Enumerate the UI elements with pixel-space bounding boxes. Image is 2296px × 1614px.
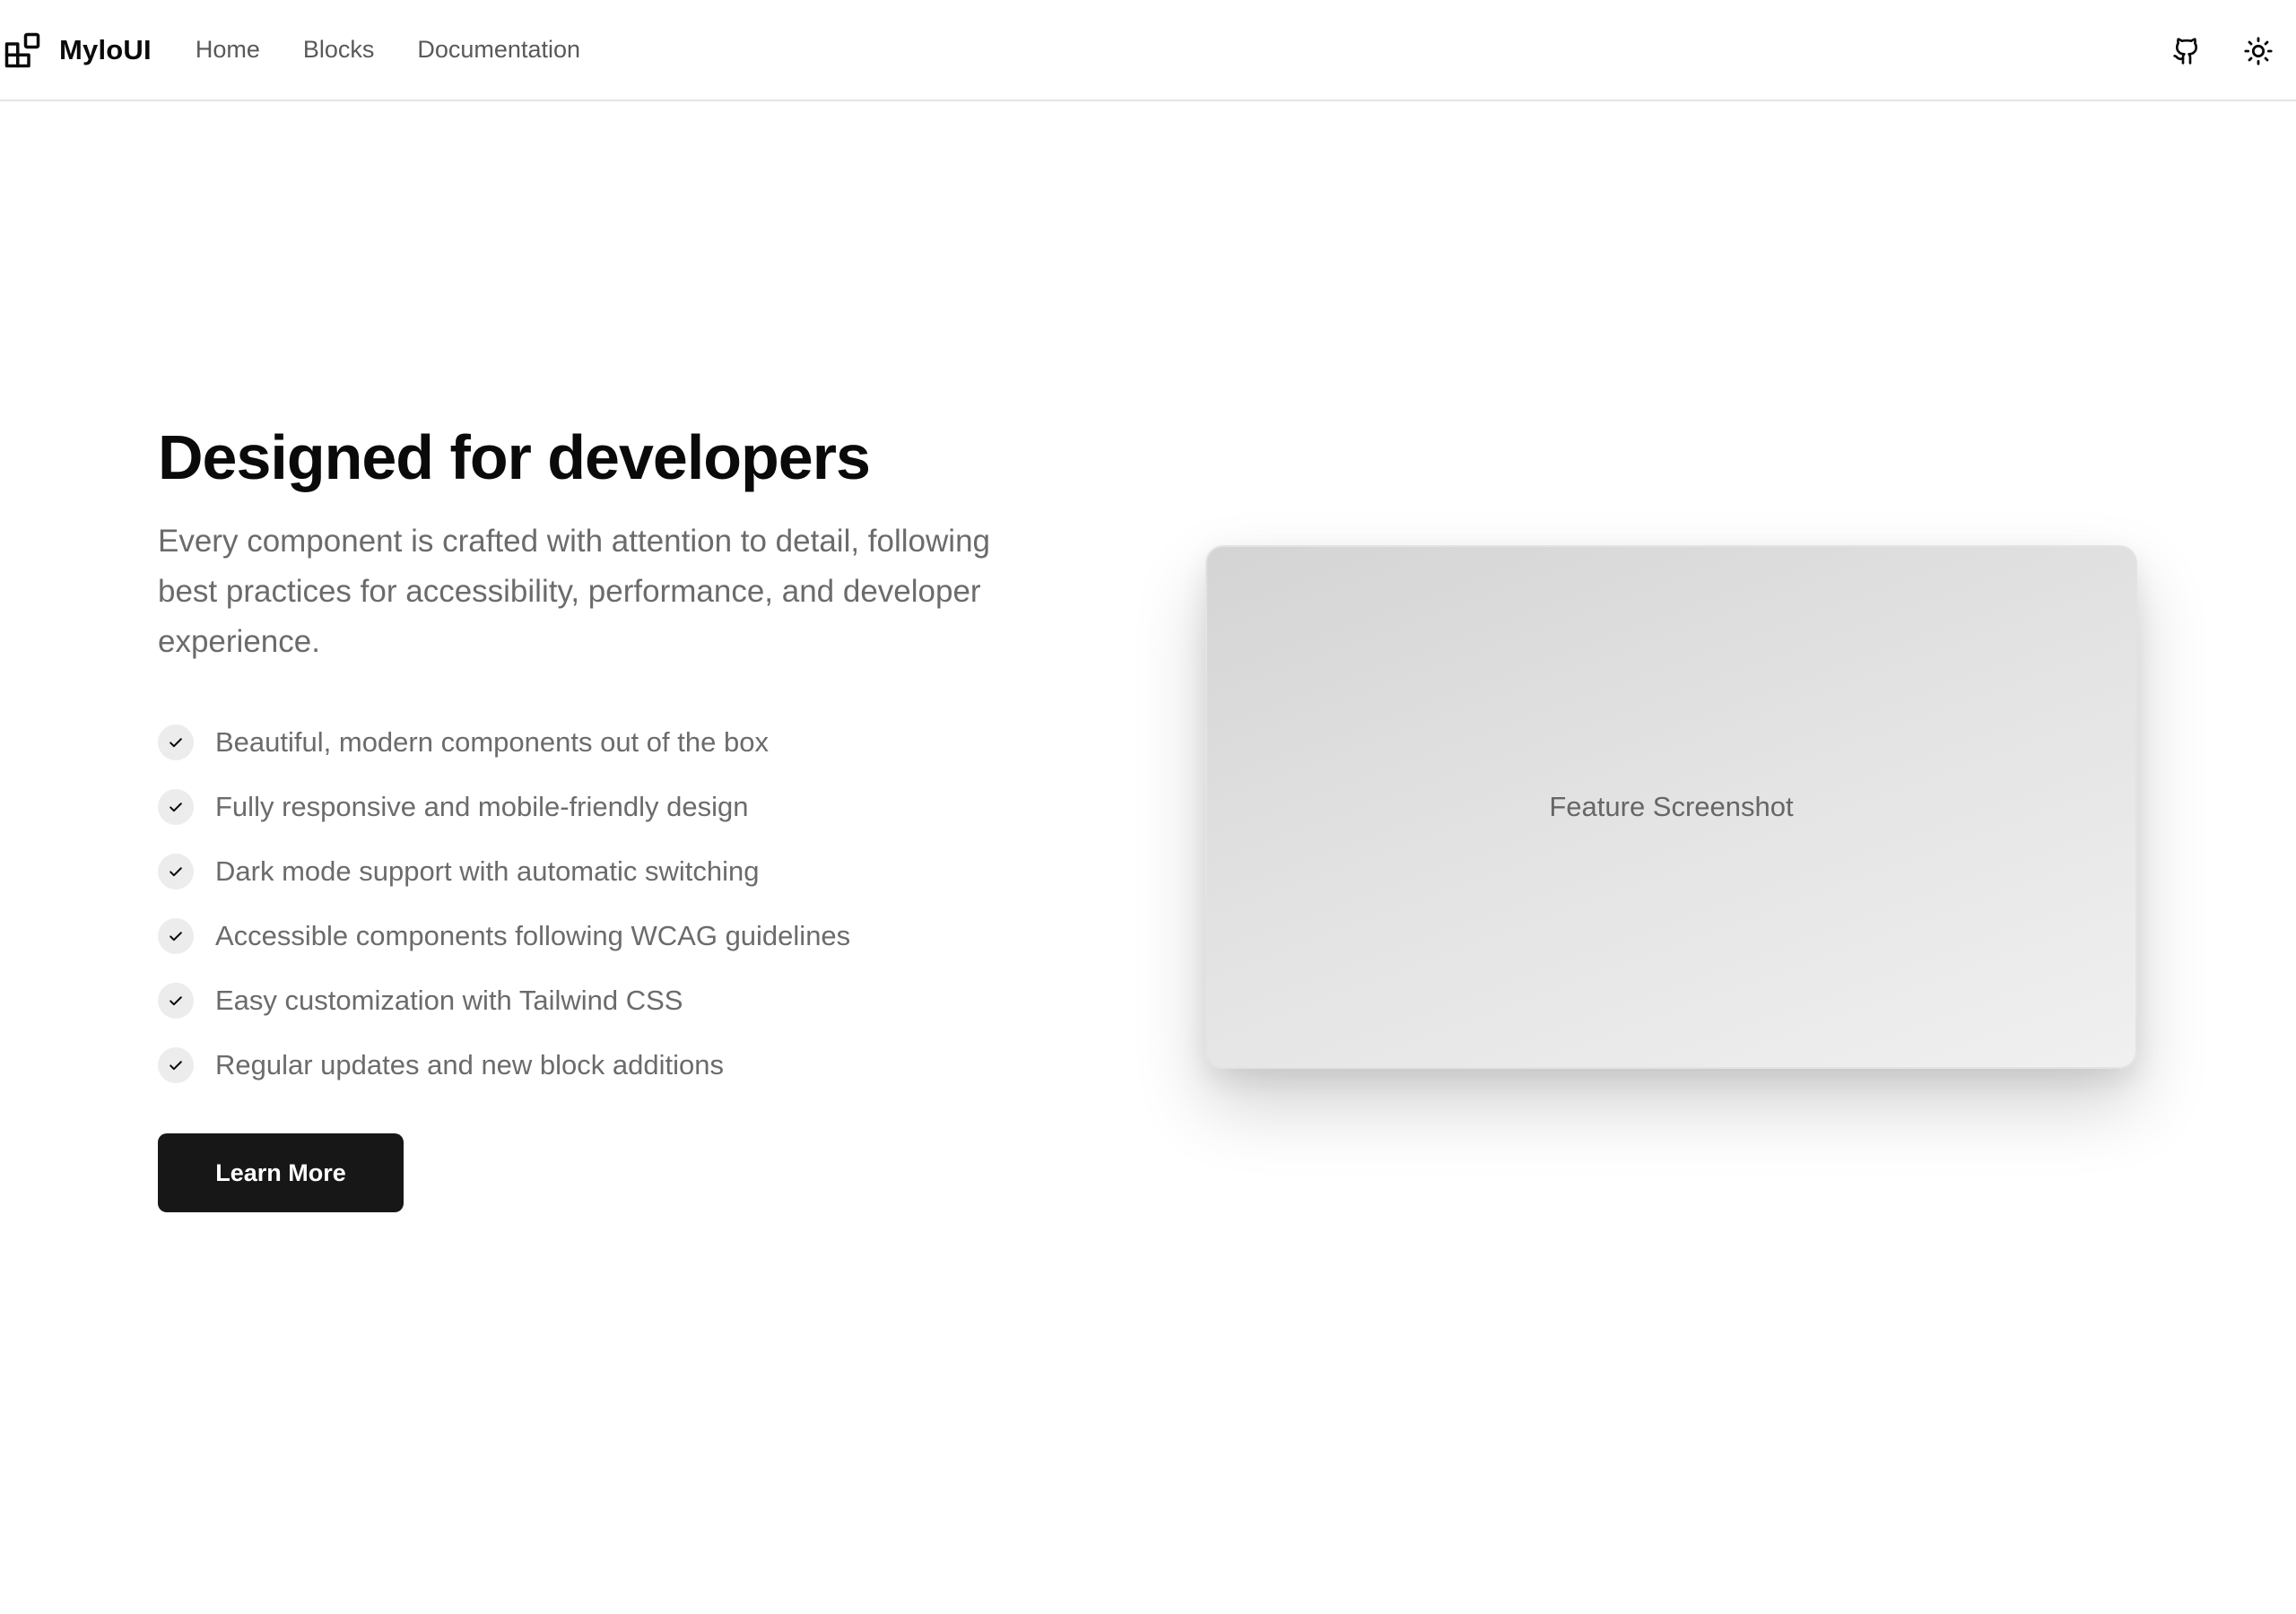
- check-icon: [158, 1047, 194, 1083]
- nav-link-blocks[interactable]: Blocks: [303, 36, 375, 64]
- check-icon: [158, 725, 194, 760]
- feature-item-text: Regular updates and new block additions: [215, 1049, 724, 1080]
- brand-link[interactable]: MyloUI: [4, 0, 152, 100]
- check-icon: [158, 983, 194, 1019]
- feature-item-text: Dark mode support with automatic switchi…: [215, 855, 760, 887]
- feature-list-item: Regular updates and new block additions: [158, 1033, 1109, 1098]
- nav-link-home[interactable]: Home: [196, 36, 260, 64]
- check-icon: [158, 918, 194, 954]
- header-actions: [2161, 0, 2296, 101]
- github-icon: [2172, 37, 2201, 65]
- feature-item-text: Beautiful, modern components out of the …: [215, 726, 769, 758]
- feature-list-item: Dark mode support with automatic switchi…: [158, 839, 1109, 904]
- brand-name: MyloUI: [59, 33, 152, 65]
- feature-screenshot-placeholder: Feature Screenshot: [1205, 545, 2137, 1069]
- feature-description: Every component is crafted with attentio…: [158, 524, 990, 659]
- feature-list-item: Easy customization with Tailwind CSS: [158, 968, 1109, 1033]
- main-nav: Home Blocks Documentation: [196, 36, 623, 64]
- github-button[interactable]: [2161, 26, 2212, 76]
- nav-link-documentation[interactable]: Documentation: [417, 36, 580, 64]
- theme-toggle-button[interactable]: [2233, 26, 2283, 76]
- feature-item-text: Easy customization with Tailwind CSS: [215, 985, 683, 1016]
- feature-section: Designed for developers Every component …: [158, 412, 1109, 1212]
- learn-more-button[interactable]: Learn More: [158, 1133, 404, 1212]
- feature-list-item: Beautiful, modern components out of the …: [158, 710, 1109, 775]
- feature-list-item: Accessible components following WCAG gui…: [158, 904, 1109, 968]
- feature-list: Beautiful, modern components out of the …: [158, 710, 1109, 1098]
- feature-item-text: Fully responsive and mobile-friendly des…: [215, 791, 749, 822]
- check-icon: [158, 789, 194, 825]
- feature-list-item: Fully responsive and mobile-friendly des…: [158, 775, 1109, 839]
- feature-item-text: Accessible components following WCAG gui…: [215, 920, 851, 951]
- screenshot-label: Feature Screenshot: [1549, 791, 1794, 822]
- check-icon: [158, 854, 194, 889]
- blocks-logo-icon: [4, 31, 41, 69]
- sun-icon: [2243, 36, 2274, 66]
- site-header: MyloUI Home Blocks Documentation: [0, 0, 2296, 101]
- feature-title: Designed for developers: [158, 422, 871, 492]
